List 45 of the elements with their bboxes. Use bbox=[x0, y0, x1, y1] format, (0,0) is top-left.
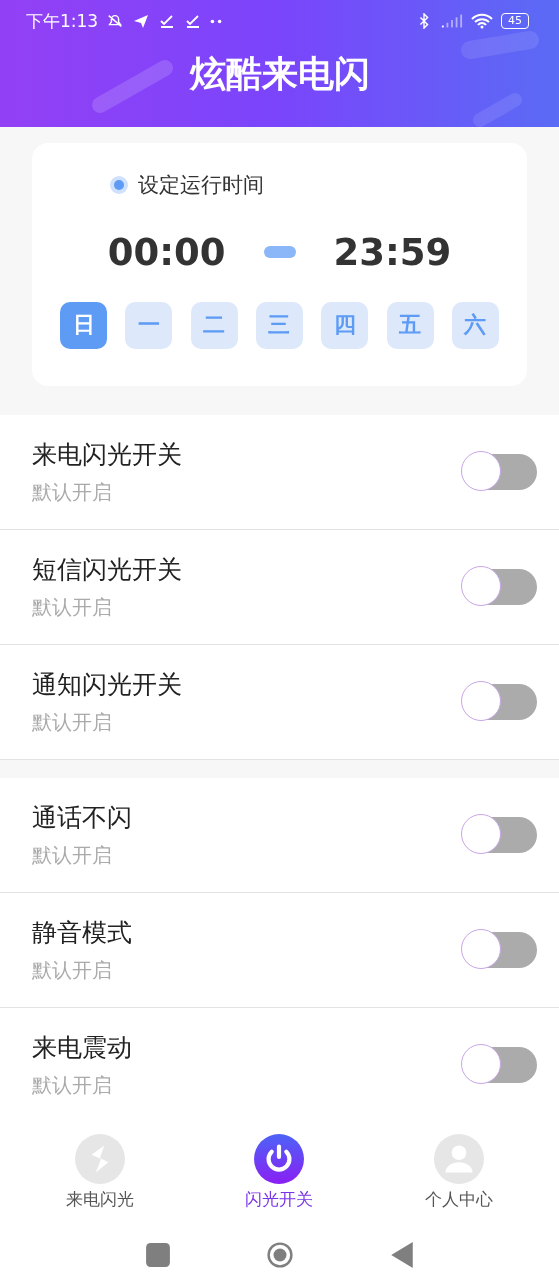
home-icon[interactable] bbox=[266, 1241, 293, 1270]
start-time[interactable]: 00:00 bbox=[107, 230, 226, 274]
send-icon bbox=[132, 13, 151, 29]
tab-item[interactable]: 闪光开关 bbox=[204, 1133, 355, 1211]
power-icon bbox=[254, 1133, 305, 1184]
weekday-button[interactable]: 六 bbox=[451, 301, 499, 349]
status-time: 下午1:13 bbox=[26, 9, 99, 33]
toggle-switch[interactable] bbox=[462, 1046, 537, 1083]
setting-title: 来电闪光开关 bbox=[32, 438, 183, 471]
setting-title: 通话不闪 bbox=[32, 801, 133, 834]
end-time[interactable]: 23:59 bbox=[333, 230, 452, 274]
schedule-label: 设定运行时间 bbox=[138, 171, 264, 199]
setting-subtitle: 默认开启 bbox=[32, 956, 113, 984]
wifi-icon bbox=[471, 13, 493, 29]
setting-subtitle: 默认开启 bbox=[32, 841, 113, 869]
setting-title: 来电震动 bbox=[32, 1031, 133, 1064]
toggle-switch[interactable] bbox=[462, 683, 537, 720]
weekday-button[interactable]: 四 bbox=[321, 301, 369, 349]
setting-subtitle: 默认开启 bbox=[32, 478, 113, 506]
setting-title: 静音模式 bbox=[32, 916, 133, 949]
setting-subtitle: 默认开启 bbox=[32, 708, 113, 736]
weekday-button[interactable]: 一 bbox=[125, 301, 173, 349]
dash-icon bbox=[263, 246, 296, 259]
person-icon bbox=[434, 1133, 485, 1184]
weekday-button[interactable]: 五 bbox=[386, 301, 434, 349]
bolt-icon bbox=[74, 1133, 125, 1184]
setting-title: 短信闪光开关 bbox=[32, 553, 183, 586]
tab-item[interactable]: 个人中心 bbox=[384, 1133, 535, 1211]
weekday-button[interactable]: 二 bbox=[190, 301, 238, 349]
toggle-switch[interactable] bbox=[462, 816, 537, 853]
more-icon bbox=[210, 18, 223, 24]
setting-subtitle: 默认开启 bbox=[32, 593, 113, 621]
tab-item[interactable]: 来电闪光 bbox=[24, 1133, 175, 1211]
toggle-switch[interactable] bbox=[462, 568, 537, 605]
weekday-button[interactable]: 日 bbox=[60, 301, 107, 349]
recent-apps-icon[interactable] bbox=[144, 1241, 171, 1270]
weekday-button[interactable]: 三 bbox=[256, 301, 303, 349]
battery-icon: 45 bbox=[501, 13, 529, 29]
dot-icon bbox=[114, 179, 124, 190]
setting-title: 通知闪光开关 bbox=[32, 668, 183, 701]
app-title: 炫酷来电闪 bbox=[188, 52, 371, 96]
toggle-switch[interactable] bbox=[462, 931, 537, 968]
toggle-switch[interactable] bbox=[462, 453, 537, 490]
setting-subtitle: 默认开启 bbox=[32, 1071, 113, 1099]
signal-icon bbox=[441, 13, 463, 29]
